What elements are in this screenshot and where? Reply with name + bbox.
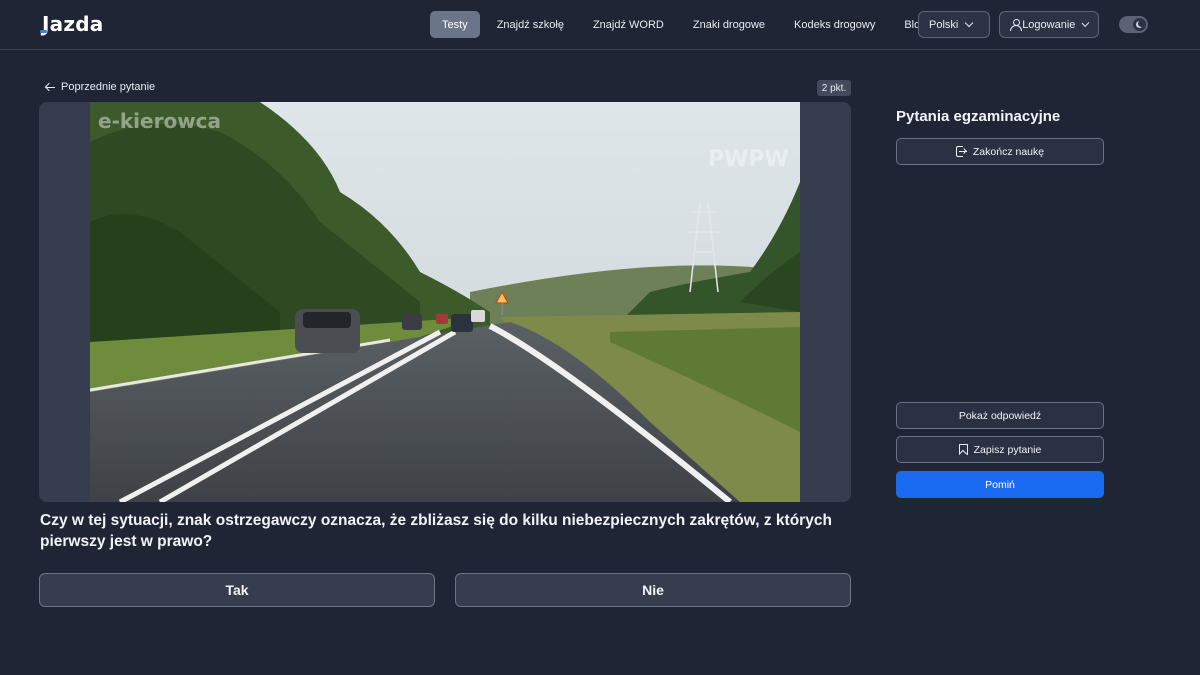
main-nav: Testy Znajdź szkołę Znajdź WORD Znaki dr… xyxy=(430,11,943,38)
nav-item-find-word[interactable]: Znajdź WORD xyxy=(581,11,676,38)
previous-question-label: Poprzednie pytanie xyxy=(61,81,156,93)
finish-learning-button[interactable]: Zakończ naukę xyxy=(896,138,1104,165)
watermark-e-kierowca: e-kierowca xyxy=(98,109,221,133)
previous-question-link[interactable]: Poprzednie pytanie xyxy=(45,81,155,93)
nav-item-testy[interactable]: Testy xyxy=(430,11,480,38)
language-select[interactable]: Polski xyxy=(918,11,990,38)
answer-no-button[interactable]: Nie xyxy=(455,573,851,607)
logo-letter: J xyxy=(40,12,50,36)
show-answer-button[interactable]: Pokaż odpowiedź xyxy=(896,402,1104,429)
login-button[interactable]: Logowanie xyxy=(999,11,1099,38)
logo-text: azda xyxy=(49,12,104,36)
question-media: e-kierowca PWPW xyxy=(39,102,851,502)
road-scene-image: e-kierowca PWPW xyxy=(90,102,800,502)
nav-item-road-signs[interactable]: Znaki drogowe xyxy=(681,11,777,38)
logo[interactable]: Jazda xyxy=(40,10,104,38)
nav-item-find-school[interactable]: Znajdź szkołę xyxy=(485,11,576,38)
top-navbar: Jazda Testy Znajdź szkołę Znajdź WORD Zn… xyxy=(0,0,1200,50)
language-label: Polski xyxy=(929,18,959,31)
sidebar-title: Pytania egzaminacyjne xyxy=(896,108,1061,125)
toggle-knob xyxy=(1133,18,1146,31)
watermark-pwpw: PWPW xyxy=(708,147,789,172)
chevron-down-icon xyxy=(965,18,974,28)
nav-item-road-code[interactable]: Kodeks drogowy xyxy=(782,11,887,38)
theme-toggle[interactable] xyxy=(1119,16,1148,33)
moon-icon xyxy=(1138,20,1145,27)
bookmark-icon xyxy=(958,444,968,455)
answer-yes-button[interactable]: Tak xyxy=(39,573,435,607)
skip-button[interactable]: Pomiń xyxy=(896,471,1104,498)
login-label: Logowanie xyxy=(1022,18,1076,31)
user-icon xyxy=(1010,19,1023,31)
save-question-button[interactable]: Zapisz pytanie xyxy=(896,436,1104,463)
save-question-label: Zapisz pytanie xyxy=(973,443,1042,456)
exit-icon xyxy=(955,146,967,157)
question-text: Czy w tej sytuacji, znak ostrzegawczy oz… xyxy=(40,512,832,550)
chevron-down-icon xyxy=(1081,19,1090,27)
finish-learning-label: Zakończ naukę xyxy=(972,145,1045,158)
points-badge: 2 pkt. xyxy=(817,80,851,96)
arrow-left-icon xyxy=(45,82,55,92)
